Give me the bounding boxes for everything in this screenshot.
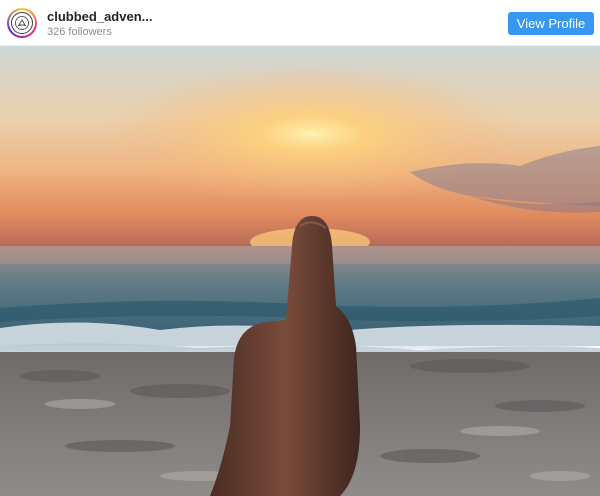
follower-count: 326 followers xyxy=(47,26,112,38)
brand-logo-icon xyxy=(11,12,33,34)
avatar-inner xyxy=(9,10,35,36)
post-photo[interactable] xyxy=(0,46,600,496)
username[interactable]: clubbed_adven... xyxy=(47,9,152,25)
view-profile-button[interactable]: View Profile xyxy=(508,12,594,35)
avatar[interactable] xyxy=(7,8,37,38)
post-header: clubbed_adven... 326 followers View Prof… xyxy=(0,0,600,46)
account-info: clubbed_adven... 326 followers xyxy=(47,9,152,39)
